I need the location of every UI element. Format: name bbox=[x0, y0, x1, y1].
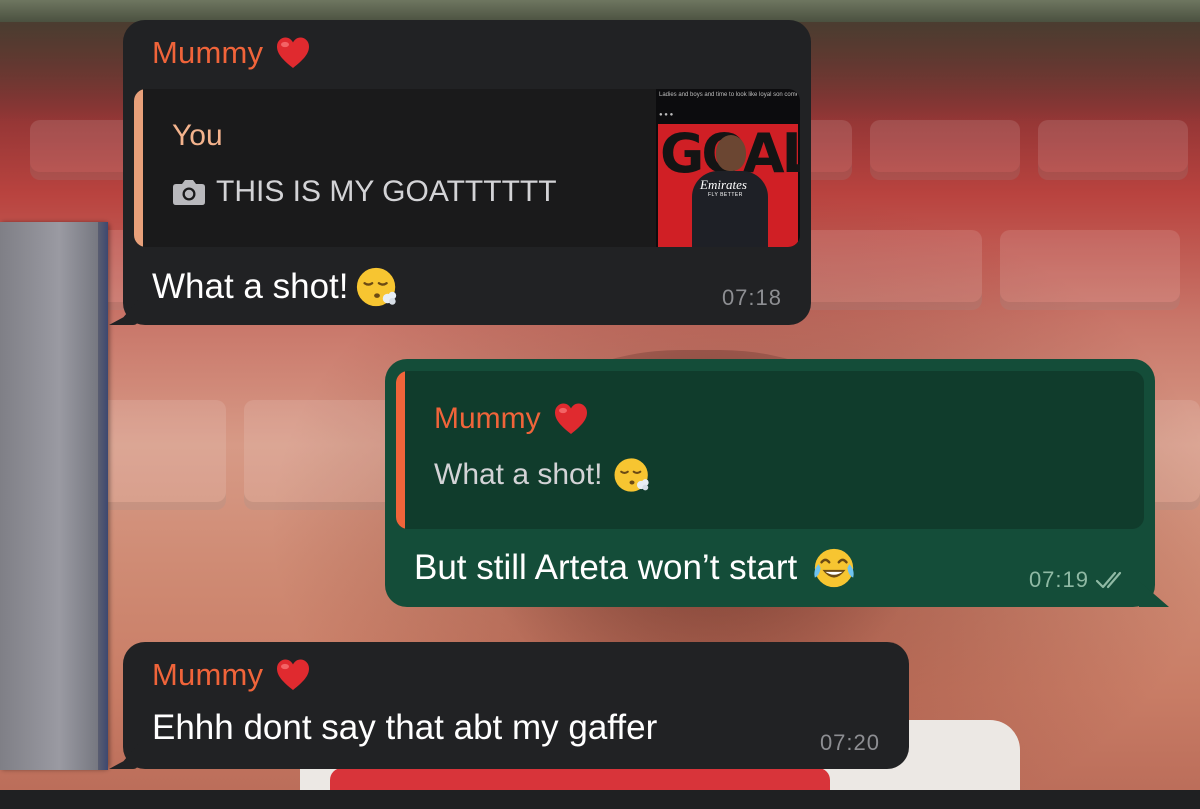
seat bbox=[1000, 230, 1180, 310]
message-text: But still Arteta won’t start bbox=[414, 548, 798, 587]
message-bubble-outgoing[interactable]: Mummy What a shot! But still Arteta won’… bbox=[385, 359, 1169, 607]
message-sender: Mummy bbox=[152, 657, 311, 693]
red-heart-icon bbox=[275, 657, 311, 693]
message-text-row: But still Arteta won’t start bbox=[414, 545, 857, 591]
quote-text: What a shot! bbox=[434, 458, 603, 491]
thumbnail-meta: ● ● ● bbox=[659, 112, 674, 118]
sender-name: Mummy bbox=[152, 35, 264, 70]
wallpaper-side-panel bbox=[0, 222, 108, 770]
quote-media-label-row: THIS IS MY GOATTTTTT bbox=[172, 175, 557, 209]
quote-media-label: THIS IS MY GOATTTTTT bbox=[216, 175, 557, 208]
thumbnail-sponsor: Emirates bbox=[700, 177, 747, 192]
player-head bbox=[716, 135, 746, 171]
wallpaper-rail bbox=[0, 0, 1200, 22]
seat bbox=[870, 120, 1020, 180]
quote-accent-bar bbox=[134, 89, 143, 247]
message-timestamp: 07:18 bbox=[721, 285, 782, 310]
quote-author: You bbox=[172, 119, 223, 152]
seat bbox=[802, 230, 982, 310]
quote-author-row: Mummy bbox=[434, 401, 589, 437]
face-exhaling-emoji bbox=[354, 264, 400, 310]
message-timestamp: 07:19 bbox=[1028, 567, 1089, 592]
red-heart-icon bbox=[275, 35, 311, 71]
red-heart-icon bbox=[553, 401, 589, 437]
quoted-photo-thumbnail[interactable]: Ladies and boys and time to look like lo… bbox=[656, 89, 800, 247]
quote-accent-bar bbox=[396, 371, 405, 529]
quote-author: Mummy bbox=[434, 402, 541, 435]
face-with-tears-of-joy-emoji bbox=[811, 545, 857, 591]
chat-screen: Mummy You THIS IS MY GOATTTTTT Ladies an… bbox=[0, 0, 1200, 809]
message-bubble-incoming[interactable]: Mummy Ehhh dont say that abt my gaffer 0… bbox=[109, 642, 909, 769]
quoted-message[interactable]: Mummy What a shot! bbox=[396, 371, 1144, 529]
message-text-row: What a shot! bbox=[152, 264, 400, 310]
thumbnail-sponsor-sub: FLY BETTER bbox=[708, 192, 743, 198]
thumbnail-caption: Ladies and boys and time to look like lo… bbox=[659, 92, 797, 98]
message-text: What a shot! bbox=[152, 267, 349, 306]
message-timestamp: 07:20 bbox=[819, 730, 880, 755]
face-exhaling-emoji bbox=[612, 455, 652, 495]
quoted-message[interactable]: You THIS IS MY GOATTTTTT Ladies and boys… bbox=[134, 89, 800, 247]
read-receipt-double-check-icon bbox=[1095, 569, 1127, 591]
message-sender: Mummy bbox=[152, 35, 311, 71]
quote-text-row: What a shot! bbox=[434, 455, 652, 495]
camera-icon bbox=[172, 178, 206, 206]
bottom-bar bbox=[0, 790, 1200, 809]
seat bbox=[1038, 120, 1188, 180]
sender-name: Mummy bbox=[152, 657, 264, 692]
message-text: Ehhh dont say that abt my gaffer bbox=[152, 708, 658, 747]
message-bubble-incoming[interactable]: Mummy You THIS IS MY GOATTTTTT Ladies an… bbox=[109, 20, 811, 325]
message-meta: 07:19 bbox=[1029, 567, 1127, 593]
